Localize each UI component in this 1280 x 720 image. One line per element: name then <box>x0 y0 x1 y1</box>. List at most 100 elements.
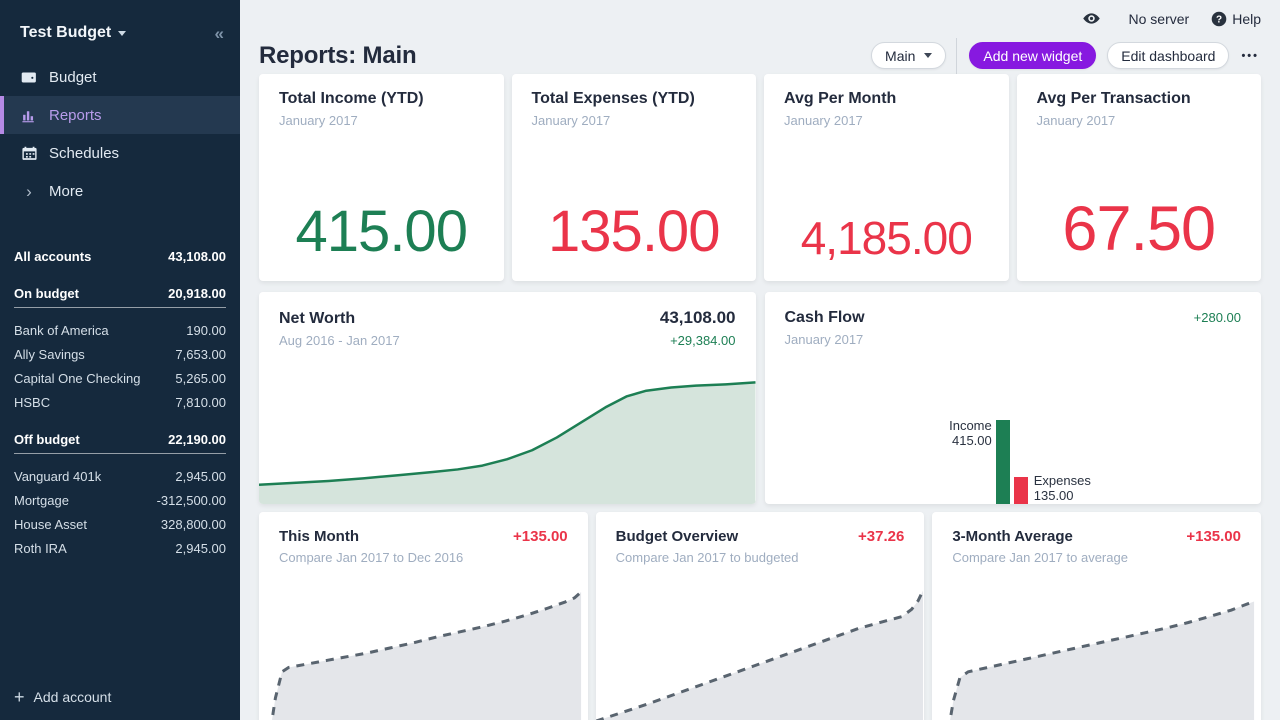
add-account-button[interactable]: + Add account <box>0 680 240 714</box>
widget-budget-overview[interactable]: Budget Overview +37.26 Compare Jan 2017 … <box>596 512 925 720</box>
net-worth-delta: +29,384.00 <box>670 333 735 348</box>
bar-chart-icon <box>20 106 38 124</box>
widget-avg-per-transaction[interactable]: Avg Per Transaction January 2017 67.50 <box>1017 74 1262 281</box>
widget-cash-flow[interactable]: Cash Flow +280.00 January 2017 Income 41… <box>765 292 1262 504</box>
account-row[interactable]: Capital One Checking5,265.00 <box>14 366 226 390</box>
sidebar-item-reports[interactable]: Reports <box>0 96 240 134</box>
account-balance: -312,500.00 <box>157 493 226 508</box>
widget-subtitle: January 2017 <box>279 113 484 128</box>
budget-name-menu[interactable]: Test Budget « <box>20 24 224 42</box>
dashboard-controls: Main Add new widget Edit dashboard ••• <box>871 38 1261 74</box>
chevron-right-icon: › <box>20 183 38 200</box>
account-name: Bank of America <box>14 323 109 338</box>
more-options-icon[interactable]: ••• <box>1239 46 1261 66</box>
widget-subtitle: January 2017 <box>785 332 1242 347</box>
sidebar-item-budget[interactable]: Budget <box>0 58 240 96</box>
account-row[interactable]: Bank of America 190.00 <box>14 318 226 342</box>
sidebar-item-more[interactable]: › More <box>0 172 240 210</box>
widget-total-expenses[interactable]: Total Expenses (YTD) January 2017 135.00 <box>512 74 757 281</box>
server-status[interactable]: No server <box>1129 11 1190 27</box>
account-row[interactable]: Mortgage -312,500.00 <box>14 488 226 512</box>
on-budget-header[interactable]: On budget 20,918.00 <box>14 286 226 308</box>
widget-delta: +135.00 <box>513 528 568 545</box>
edit-dashboard-label: Edit dashboard <box>1121 48 1215 64</box>
calendar-icon <box>20 144 38 162</box>
widget-subtitle: Aug 2016 - Jan 2017 <box>279 333 400 348</box>
expenses-label: Expenses <box>1034 473 1091 488</box>
view-selector-label: Main <box>885 48 915 64</box>
svg-text:?: ? <box>1216 14 1222 25</box>
widget-total-income[interactable]: Total Income (YTD) January 2017 415.00 <box>259 74 504 281</box>
widget-title: Total Expenses (YTD) <box>532 90 737 108</box>
widget-subtitle: Compare Jan 2017 to budgeted <box>616 550 905 565</box>
group-label: On budget <box>14 286 79 301</box>
net-worth-value: 43,108.00 <box>660 308 736 328</box>
caret-down-icon <box>924 53 932 58</box>
widget-subtitle: Compare Jan 2017 to Dec 2016 <box>279 550 568 565</box>
widget-this-month[interactable]: This Month +135.00 Compare Jan 2017 to D… <box>259 512 588 720</box>
collapse-sidebar-icon[interactable]: « <box>215 25 224 42</box>
expenses-value: 135.00 <box>1034 488 1091 503</box>
widget-3-month-average[interactable]: 3-Month Average +135.00 Compare Jan 2017… <box>932 512 1261 720</box>
widget-delta: +37.26 <box>858 528 904 545</box>
this-month-chart <box>259 579 588 720</box>
account-row[interactable]: Roth IRA 2,945.00 <box>14 536 226 560</box>
all-accounts-row[interactable]: All accounts 43,108.00 <box>14 244 226 268</box>
account-name: Vanguard 401k <box>14 469 101 484</box>
privacy-eye-icon[interactable] <box>1082 9 1101 28</box>
sidebar-item-schedules[interactable]: Schedules <box>0 134 240 172</box>
income-bar <box>996 420 1010 504</box>
income-label: Income <box>949 418 992 433</box>
add-widget-label: Add new widget <box>983 48 1082 64</box>
widget-title: Avg Per Month <box>784 90 989 108</box>
account-row[interactable]: House Asset328,800.00 <box>14 512 226 536</box>
widget-title: Avg Per Transaction <box>1037 90 1242 108</box>
account-row[interactable]: HSBC7,810.00 <box>14 390 226 414</box>
account-balance: 190.00 <box>186 323 226 338</box>
widget-value: 135.00 <box>532 203 737 261</box>
edit-dashboard-button[interactable]: Edit dashboard <box>1107 42 1229 69</box>
off-budget-accounts: Vanguard 401k 2,945.00 Mortgage -312,500.0… <box>14 464 226 560</box>
divider <box>956 38 957 74</box>
widget-title: 3-Month Average <box>952 528 1073 545</box>
all-accounts-label: All accounts <box>14 249 91 264</box>
widget-title: Cash Flow <box>785 309 865 327</box>
account-balance: 328,800.00 <box>161 517 226 532</box>
topbar: No server ? Help <box>259 0 1261 37</box>
widget-delta: +135.00 <box>1186 528 1241 545</box>
cash-flow-delta: +280.00 <box>1194 310 1241 325</box>
account-name: Roth IRA <box>14 541 67 556</box>
income-bar-label: Income 415.00 <box>949 418 992 448</box>
widget-title: This Month <box>279 528 359 545</box>
account-balance: 2,945.00 <box>175 541 226 556</box>
sidebar-nav: Budget Reports Schedules › More <box>0 58 240 210</box>
widget-value: 67.50 <box>1037 198 1242 261</box>
widget-title: Budget Overview <box>616 528 739 545</box>
widget-avg-per-month[interactable]: Avg Per Month January 2017 4,185.00 <box>764 74 1009 281</box>
page-title: Reports: Main <box>259 42 416 70</box>
off-budget-header[interactable]: Off budget 22,190.00 <box>14 432 226 454</box>
dashboard-view-selector[interactable]: Main <box>871 42 946 69</box>
page-header: Reports: Main Main Add new widget Edit d… <box>259 37 1261 74</box>
all-accounts-balance: 43,108.00 <box>168 249 226 264</box>
account-balance: 5,265.00 <box>175 371 226 386</box>
widget-subtitle: January 2017 <box>1037 113 1242 128</box>
sidebar-item-label: Schedules <box>49 145 119 162</box>
plus-icon: + <box>14 688 25 706</box>
add-widget-button[interactable]: Add new widget <box>969 42 1096 69</box>
accounts-list: All accounts 43,108.00 On budget 20,918.… <box>0 244 240 720</box>
account-balance: 2,945.00 <box>175 469 226 484</box>
group-balance: 22,190.00 <box>168 432 226 447</box>
add-account-label: Add account <box>34 689 112 705</box>
sidebar-item-label: Budget <box>49 69 97 86</box>
widget-title: Total Income (YTD) <box>279 90 484 108</box>
account-row[interactable]: Ally Savings7,653.00 <box>14 342 226 366</box>
main-content: No server ? Help Reports: Main Main Add … <box>240 0 1280 720</box>
expenses-bar-label: Expenses 135.00 <box>1034 473 1091 503</box>
account-name: Mortgage <box>14 493 69 508</box>
three-month-average-chart <box>932 579 1261 720</box>
widget-net-worth[interactable]: Net Worth 43,108.00 Aug 2016 - Jan 2017 … <box>259 292 756 504</box>
caret-down-icon <box>118 31 126 36</box>
account-row[interactable]: Vanguard 401k 2,945.00 <box>14 464 226 488</box>
help-button[interactable]: ? Help <box>1211 11 1261 27</box>
